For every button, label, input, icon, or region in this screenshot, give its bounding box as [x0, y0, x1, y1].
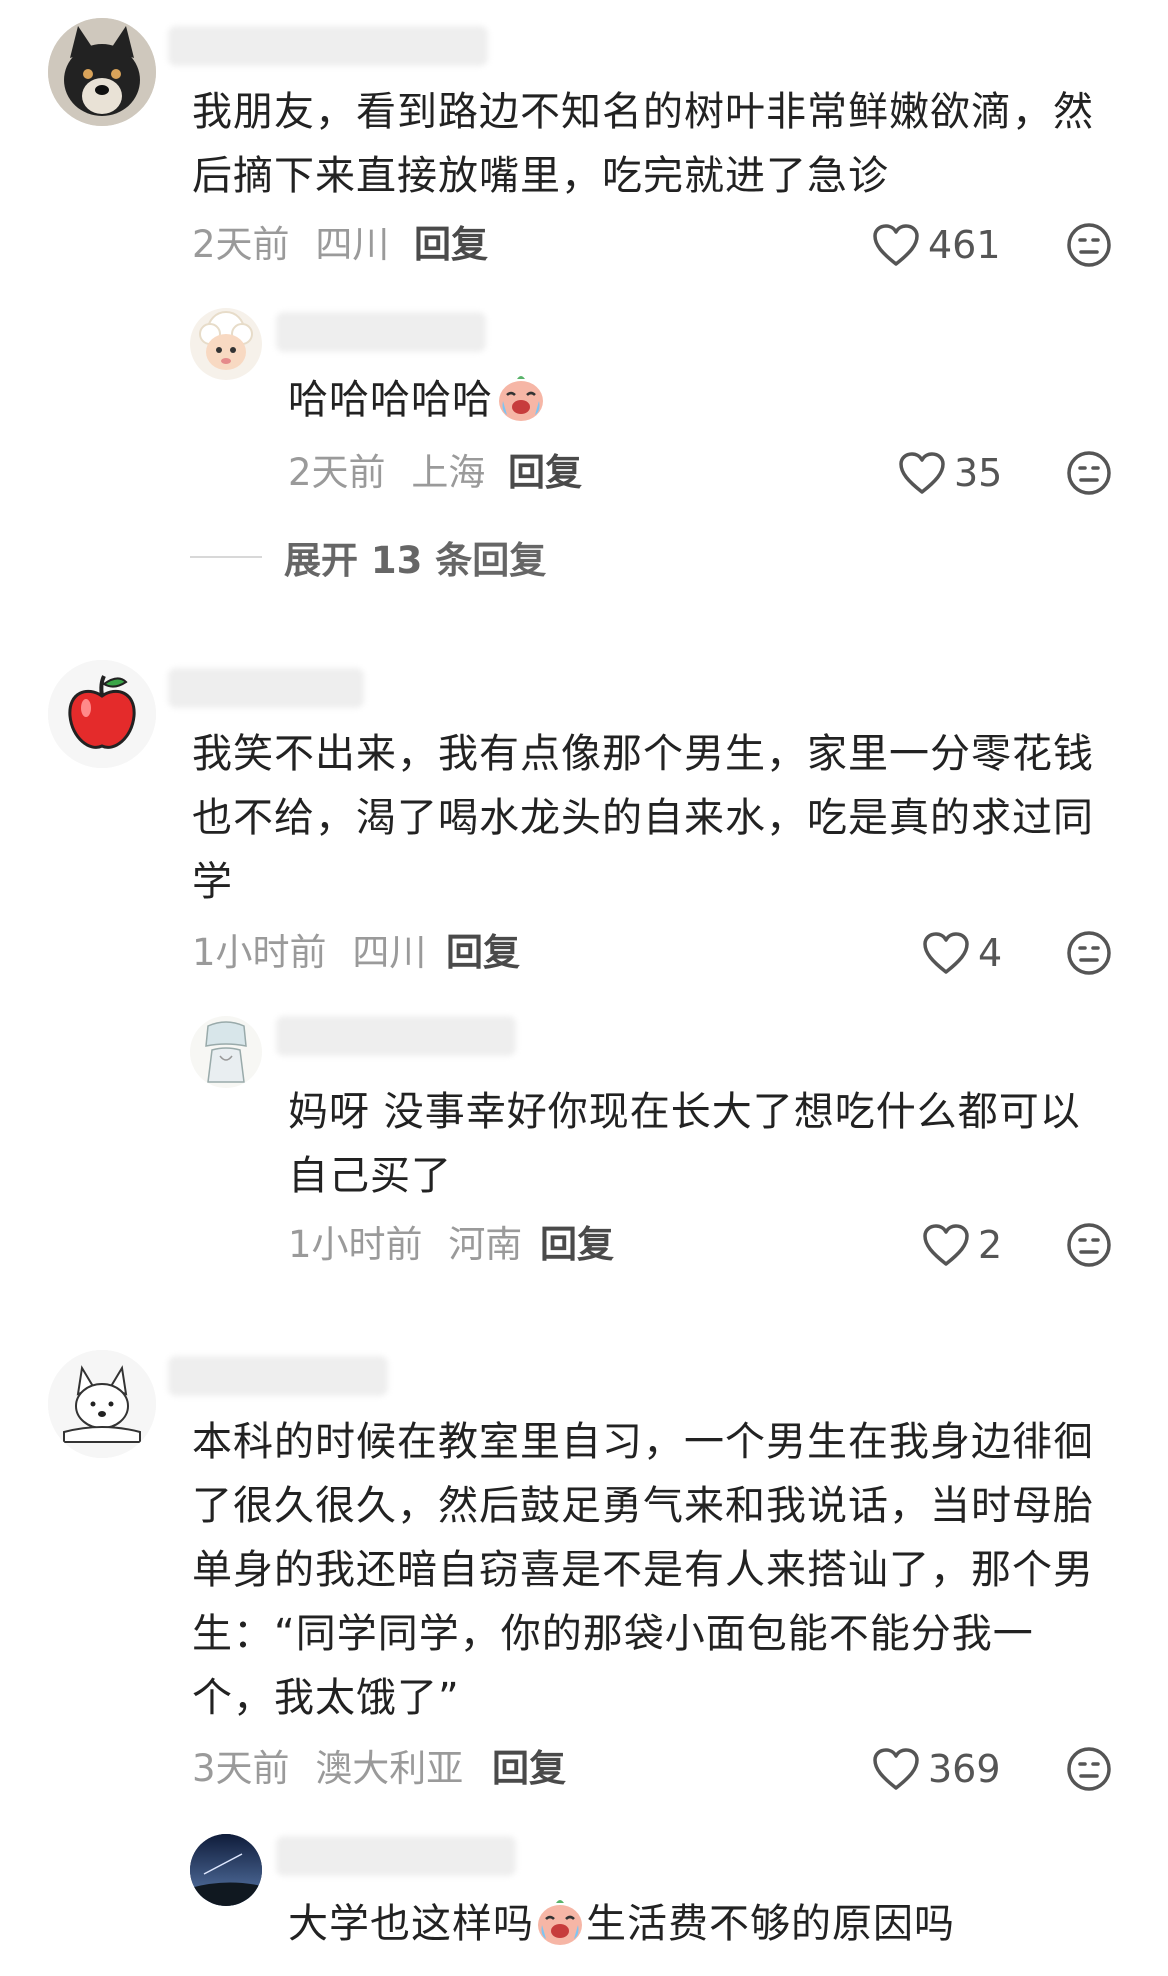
location: 上海 — [411, 451, 486, 494]
username-redacted — [168, 668, 364, 708]
sketch-girl-avatar-icon — [190, 1016, 262, 1088]
username-redacted — [276, 1016, 516, 1056]
avatar[interactable] — [48, 18, 156, 126]
time: 1小时前 — [192, 931, 327, 974]
reply-text: 妈呀 没事幸好你现在长大了想吃什么都可以自己买了 — [288, 1089, 1081, 1199]
like-button[interactable]: 35 — [898, 450, 1002, 496]
username-redacted — [276, 1836, 516, 1876]
comment-time: 3天前 澳大利亚 — [192, 1746, 463, 1792]
location: 四川 — [352, 931, 427, 974]
like-count: 35 — [954, 451, 1003, 495]
comment-text: 我朋友，看到路边不知名的树叶非常鲜嫩欲滴，然后摘下来直接放嘴里，吃完就进了急诊 — [192, 89, 1094, 199]
avatar[interactable] — [190, 308, 262, 380]
time: 2天前 — [288, 451, 386, 494]
like-button[interactable]: 369 — [872, 1746, 1001, 1792]
reply-button[interactable]: 回复 — [540, 1222, 614, 1268]
crying-laughing-emoji — [538, 1900, 582, 1945]
reply-button[interactable]: 回复 — [446, 930, 520, 976]
comment-time: 1小时前 四川 — [192, 930, 426, 976]
avatar[interactable] — [48, 660, 156, 768]
like-count: 4 — [978, 931, 1003, 975]
comment-time: 2天前 四川 — [192, 222, 389, 268]
location: 河南 — [448, 1223, 523, 1266]
shiba-dog-avatar-icon — [48, 18, 156, 126]
avatar[interactable] — [190, 1834, 262, 1906]
meh-face-icon[interactable] — [1066, 1746, 1112, 1792]
apple-avatar-icon — [48, 660, 156, 768]
time: 3天前 — [192, 1747, 290, 1790]
reply-text: 哈哈哈哈哈 — [288, 368, 1108, 432]
reply-text: 大学也这样吗 生活费不够的原因吗 — [288, 1892, 1128, 1956]
like-count: 2 — [978, 1223, 1003, 1267]
reply-button[interactable]: 回复 — [508, 450, 582, 496]
expand-label: 展开 13 条回复 — [284, 539, 547, 582]
heart-outline-icon — [873, 224, 919, 266]
crying-laughing-emoji — [499, 376, 543, 421]
meh-face-icon[interactable] — [1066, 222, 1112, 268]
like-button[interactable]: 2 — [922, 1222, 1002, 1268]
heart-outline-icon — [899, 452, 945, 494]
location: 四川 — [315, 223, 390, 266]
reply-time: 2天前 上海 — [288, 450, 485, 496]
comment-text: 我笑不出来，我有点像那个男生，家里一分零花钱也不给，渴了喝水龙头的自来水，吃是真… — [192, 731, 1094, 905]
white-dog-sketch-avatar-icon — [48, 1350, 156, 1458]
time: 2天前 — [192, 223, 290, 266]
divider — [190, 556, 262, 558]
expand-replies-button[interactable]: 展开 13 条回复 — [190, 530, 546, 584]
reply-button[interactable]: 回复 — [492, 1746, 566, 1792]
heart-outline-icon — [873, 1748, 919, 1790]
avatar[interactable] — [48, 1350, 156, 1458]
meh-face-icon[interactable] — [1066, 1222, 1112, 1268]
time: 1小时前 — [288, 1223, 423, 1266]
heart-outline-icon — [923, 932, 969, 974]
avatar[interactable] — [190, 1016, 262, 1088]
reply-button[interactable]: 回复 — [414, 222, 488, 268]
comment-text: 本科的时候在教室里自习，一个男生在我身边徘徊了很久很久，然后鼓足勇气来和我说话，… — [192, 1419, 1094, 1721]
username-redacted — [168, 26, 488, 66]
username-redacted — [168, 1356, 388, 1396]
like-count: 461 — [928, 223, 1001, 267]
like-button[interactable]: 461 — [872, 222, 1001, 268]
reply-time: 1小时前 河南 — [288, 1222, 522, 1268]
heart-outline-icon — [923, 1224, 969, 1266]
meh-face-icon[interactable] — [1066, 930, 1112, 976]
like-button[interactable]: 4 — [922, 930, 1002, 976]
night-sky-avatar-icon — [190, 1834, 262, 1906]
username-redacted — [276, 312, 486, 352]
meh-face-icon[interactable] — [1066, 450, 1112, 496]
location: 澳大利亚 — [315, 1747, 464, 1790]
cartoon-sheep-avatar-icon — [190, 308, 262, 380]
like-count: 369 — [928, 1747, 1001, 1791]
